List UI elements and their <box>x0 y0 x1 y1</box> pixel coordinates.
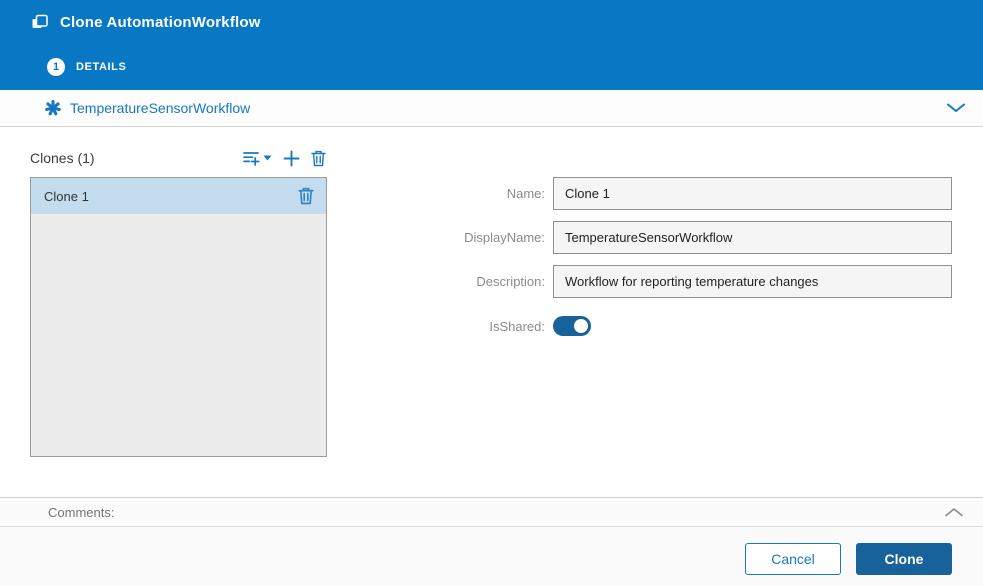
step-details[interactable]: 1 DETAILS <box>47 58 126 76</box>
description-field[interactable] <box>553 265 952 298</box>
dialog-title: Clone AutomationWorkflow <box>60 14 261 31</box>
toggle-knob <box>574 319 588 333</box>
name-label: Name: <box>420 177 545 210</box>
trash-icon[interactable] <box>298 187 314 205</box>
dialog-footer: Cancel Clone <box>0 528 983 586</box>
bulk-add-clones-button[interactable] <box>241 148 274 168</box>
isshared-label: IsShared: <box>420 317 545 337</box>
add-list-icon <box>243 150 260 166</box>
workflow-section-header[interactable]: TemperatureSensorWorkflow <box>0 90 983 127</box>
clones-title: Clones (1) <box>30 150 95 166</box>
description-label: Description: <box>420 265 545 298</box>
name-field[interactable] <box>553 177 952 210</box>
step-number-badge: 1 <box>47 58 65 76</box>
displayname-label: DisplayName: <box>420 221 545 254</box>
displayname-field[interactable] <box>553 221 952 254</box>
isshared-toggle[interactable] <box>553 316 591 336</box>
comments-section[interactable]: Comments: <box>0 497 983 527</box>
chevron-up-icon[interactable] <box>945 507 963 517</box>
comments-label: Comments: <box>48 505 114 520</box>
chevron-down-icon[interactable] <box>947 103 965 113</box>
workflow-icon <box>44 99 62 117</box>
trash-icon <box>311 150 326 167</box>
clone-icon <box>30 12 50 32</box>
dialog-header: Clone AutomationWorkflow 1 DETAILS <box>0 0 983 90</box>
clones-panel-header: Clones (1) <box>30 146 328 170</box>
workflow-name: TemperatureSensorWorkflow <box>70 100 250 116</box>
delete-clone-button[interactable] <box>309 148 328 169</box>
clone-workflow-dialog: Clone AutomationWorkflow 1 DETAILS Tempe… <box>0 0 983 586</box>
add-clone-button[interactable] <box>281 148 302 169</box>
clone-item-label: Clone 1 <box>44 189 89 204</box>
plus-icon <box>283 150 300 167</box>
caret-down-icon <box>263 155 272 161</box>
clone-button[interactable]: Clone <box>856 543 952 575</box>
list-item-clone-1[interactable]: Clone 1 <box>31 178 326 214</box>
cancel-button[interactable]: Cancel <box>745 543 841 575</box>
step-label: DETAILS <box>76 61 126 73</box>
clones-list: Clone 1 <box>30 177 327 457</box>
